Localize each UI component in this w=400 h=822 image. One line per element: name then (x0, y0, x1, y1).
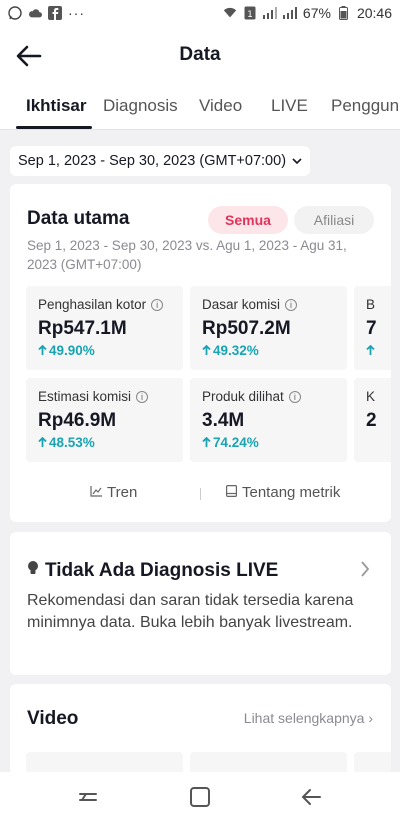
filter-affiliate-button[interactable]: Afiliasi (294, 206, 374, 234)
facebook-icon (48, 6, 62, 20)
metric-change: 49.90% (49, 343, 95, 358)
active-tab-indicator (16, 126, 92, 129)
signal-icon-2 (282, 6, 297, 20)
battery-percent: 67% (302, 5, 331, 21)
lightbulb-icon (27, 560, 39, 582)
info-icon[interactable]: i (151, 298, 164, 311)
wifi-icon (223, 6, 237, 20)
diagnosis-description: Rekomendasi dan saran tidak tersedia kar… (27, 592, 354, 631)
metric-gross-revenue[interactable]: Penghasilan kotor i Rp547.1M 49.90% (26, 286, 183, 370)
about-metrics-label: Tentang metrik (242, 484, 341, 501)
info-icon[interactable]: i (285, 298, 298, 311)
tab-video[interactable]: Video (199, 96, 242, 116)
metric-product-views[interactable]: Produk dilihat i 3.4M 74.24% (190, 378, 347, 462)
metric-links: Tren Tentang metrik (10, 484, 391, 504)
tab-diagnosis[interactable]: Diagnosis (103, 96, 178, 116)
metric-value: 2 (366, 410, 377, 431)
info-icon[interactable]: i (136, 390, 149, 403)
metric-commission-base[interactable]: Dasar komisi i Rp507.2M 49.32% (190, 286, 347, 370)
metric-value: Rp507.2M (202, 318, 291, 339)
video-metric-partial[interactable] (26, 752, 183, 774)
more-notifications-icon: ··· (68, 5, 85, 21)
metric-label: Dasar komisi (202, 297, 281, 312)
filter-all-button[interactable]: Semua (208, 206, 288, 234)
svg-text:1: 1 (247, 10, 253, 20)
home-icon[interactable] (188, 785, 212, 809)
diagnosis-card[interactable]: Tidak Ada Diagnosis LIVE Rekomendasi dan… (10, 532, 391, 675)
signal-icon (262, 6, 277, 20)
book-icon (226, 484, 238, 501)
system-nav-bar (0, 772, 400, 822)
sim-icon: 1 (243, 6, 257, 20)
chart-icon (90, 484, 102, 501)
metric-label: B (366, 297, 376, 312)
arrow-up-icon (38, 435, 47, 450)
chevron-right-icon[interactable] (359, 560, 371, 578)
metric-label: K (366, 389, 376, 404)
arrow-up-icon (202, 435, 211, 450)
comparison-period: Sep 1, 2023 - Sep 30, 2023 vs. Agu 1, 20… (27, 238, 347, 272)
tab-live[interactable]: LIVE (271, 96, 308, 116)
whatsapp-icon (8, 6, 22, 20)
status-bar: ··· 1 67% 20:46 (0, 0, 400, 26)
date-range-label: Sep 1, 2023 - Sep 30, 2023 (GMT+07:00) (18, 153, 287, 169)
metric-label: Produk dilihat (202, 389, 284, 404)
metric-estimated-commission[interactable]: Estimasi komisi i Rp46.9M 48.53% (26, 378, 183, 462)
chevron-right-icon: › (368, 710, 373, 726)
see-more-label: Lihat selengkapnya (243, 710, 365, 726)
metric-partial-1[interactable]: B 7 (354, 286, 391, 370)
metric-change: 48.53% (49, 435, 95, 450)
battery-icon (337, 6, 351, 20)
video-metric-partial[interactable] (354, 752, 391, 774)
arrow-up-icon (38, 343, 47, 358)
see-more-link[interactable]: Lihat selengkapnya › (244, 710, 373, 726)
app-header: Data (0, 26, 400, 86)
date-range-selector[interactable]: Sep 1, 2023 - Sep 30, 2023 (GMT+07:00) (10, 146, 311, 176)
diagnosis-title: Tidak Ada Diagnosis LIVE (45, 560, 279, 581)
metric-value: 7 (366, 318, 377, 339)
video-title: Video (27, 708, 79, 729)
tab-ikhtisar[interactable]: Ikhtisar (26, 96, 86, 116)
recent-apps-icon[interactable] (76, 785, 100, 809)
arrow-up-icon (202, 343, 211, 358)
clock: 20:46 (356, 5, 392, 21)
metric-change: 74.24% (213, 435, 259, 450)
back-nav-icon[interactable] (300, 785, 324, 809)
cloud-icon (28, 6, 42, 20)
chevron-down-icon (292, 153, 302, 169)
metric-partial-2[interactable]: K 2 (354, 378, 391, 462)
about-metrics-link[interactable]: Tentang metrik (226, 484, 340, 501)
tab-pengguna[interactable]: Penggun (331, 96, 399, 116)
metric-label: Penghasilan kotor (38, 297, 147, 312)
page-title: Data (179, 44, 221, 65)
video-card: Video Lihat selengkapnya › (10, 684, 391, 774)
main-data-card: Data utama Semua Afiliasi Sep 1, 2023 - … (10, 184, 391, 522)
info-icon[interactable]: i (288, 390, 301, 403)
metric-value: Rp46.9M (38, 410, 117, 431)
arrow-up-icon (366, 343, 375, 358)
video-metric-partial[interactable] (190, 752, 347, 774)
main-data-title: Data utama (27, 208, 130, 229)
trend-link[interactable]: Tren (90, 484, 137, 501)
metric-label: Estimasi komisi (38, 389, 132, 404)
metric-change: 49.32% (213, 343, 259, 358)
trend-label: Tren (107, 484, 138, 501)
divider (200, 488, 201, 500)
metric-value: 3.4M (202, 410, 245, 431)
tab-bar: Ikhtisar Diagnosis Video LIVE Penggun (0, 86, 400, 130)
metric-value: Rp547.1M (38, 318, 127, 339)
